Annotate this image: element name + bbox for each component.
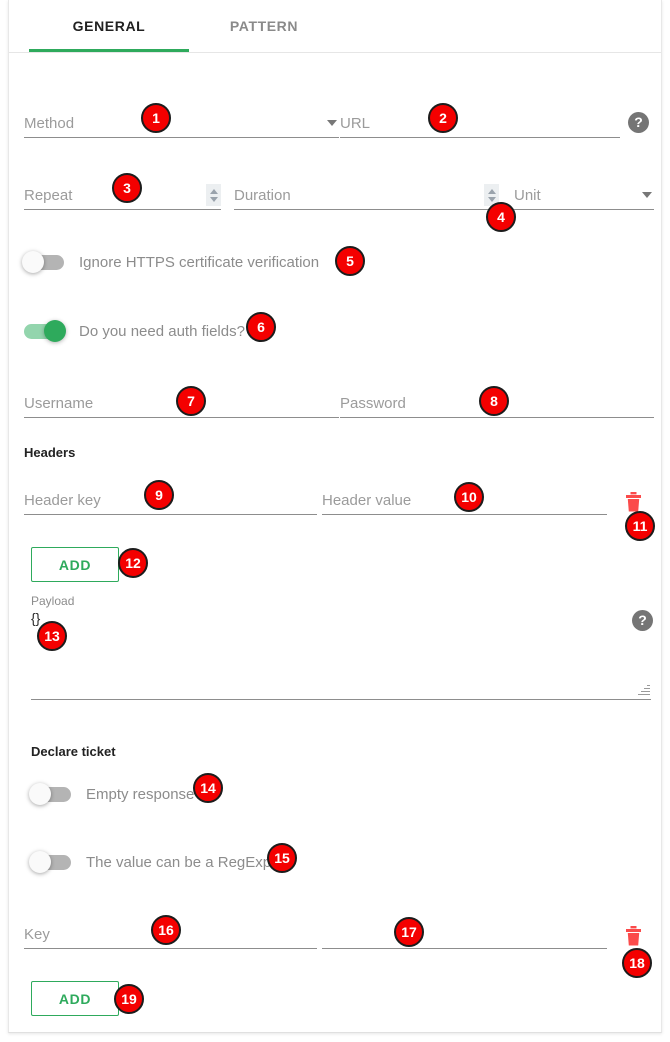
payload-help-icon[interactable]: ? xyxy=(632,610,653,631)
delete-header-button[interactable] xyxy=(625,492,642,512)
unit-select[interactable]: Unit xyxy=(514,180,654,210)
annotation-badge-4: 4 xyxy=(486,202,516,232)
stepper-up-icon[interactable] xyxy=(209,188,218,194)
add-ticket-row-button[interactable]: ADD xyxy=(31,981,119,1016)
annotation-badge-5: 5 xyxy=(335,246,365,276)
headers-section-title: Headers xyxy=(24,445,76,460)
ticket-key-placeholder: Key xyxy=(24,926,50,943)
annotation-badge-2: 2 xyxy=(428,103,458,133)
annotation-badge-1: 1 xyxy=(141,103,171,133)
regexp-label: The value can be a RegExp xyxy=(86,854,272,871)
annotation-badge-18: 18 xyxy=(622,948,652,978)
declare-ticket-title: Declare ticket xyxy=(31,744,116,759)
tab-general-label: GENERAL xyxy=(72,18,146,34)
auth-fields-toggle-row[interactable]: Do you need auth fields? xyxy=(24,320,245,342)
ignore-https-label: Ignore HTTPS certificate verification xyxy=(79,254,320,271)
payload-content: {} xyxy=(31,610,41,626)
annotation-badge-9: 9 xyxy=(144,480,174,510)
annotation-badge-13: 13 xyxy=(37,621,67,651)
switch-knob xyxy=(22,251,44,273)
annotation-badge-3: 3 xyxy=(112,173,142,203)
payload-label: Payload xyxy=(31,594,75,608)
ticket-value-input[interactable] xyxy=(322,919,607,949)
empty-response-switch[interactable] xyxy=(29,783,71,805)
stepper-up-icon[interactable] xyxy=(487,188,496,194)
resize-handle-icon[interactable] xyxy=(638,684,650,696)
annotation-badge-11: 11 xyxy=(625,511,655,541)
tab-general[interactable]: GENERAL xyxy=(29,0,189,52)
annotation-badge-19: 19 xyxy=(114,984,144,1014)
chevron-down-icon xyxy=(327,120,337,126)
username-placeholder: Username xyxy=(24,395,94,412)
tab-bar: GENERAL PATTERN xyxy=(9,0,661,53)
regexp-toggle-row[interactable]: The value can be a RegExp xyxy=(29,851,272,873)
duration-placeholder: Duration xyxy=(234,187,291,204)
switch-knob xyxy=(44,320,66,342)
payload-section: Payload {} xyxy=(31,594,651,700)
repeat-placeholder: Repeat xyxy=(24,187,73,204)
annotation-badge-10: 10 xyxy=(454,482,484,512)
url-placeholder: URL xyxy=(340,115,371,132)
url-input[interactable]: URL xyxy=(340,108,620,138)
annotation-badge-14: 14 xyxy=(193,773,223,803)
annotation-badge-17: 17 xyxy=(394,917,424,947)
empty-response-toggle-row[interactable]: Empty response xyxy=(29,783,195,805)
repeat-stepper[interactable] xyxy=(206,184,221,206)
switch-knob xyxy=(29,851,51,873)
method-placeholder: Method xyxy=(24,115,75,132)
url-help-icon[interactable]: ? xyxy=(628,112,649,133)
ignore-https-switch[interactable] xyxy=(22,251,64,273)
annotation-badge-12: 12 xyxy=(118,548,148,578)
chevron-down-icon xyxy=(642,192,652,198)
password-placeholder: Password xyxy=(340,395,406,412)
empty-response-label: Empty response xyxy=(86,786,195,803)
unit-placeholder: Unit xyxy=(514,187,541,204)
method-select[interactable]: Method xyxy=(24,108,339,138)
request-config-panel: GENERAL PATTERN Method URL ? Repeat Dura… xyxy=(8,0,662,1033)
switch-knob xyxy=(29,783,51,805)
payload-textarea[interactable]: {} xyxy=(31,608,651,700)
ignore-https-toggle-row[interactable]: Ignore HTTPS certificate verification xyxy=(22,251,320,273)
stepper-down-icon[interactable] xyxy=(209,196,218,202)
auth-fields-label: Do you need auth fields? xyxy=(79,323,245,340)
delete-ticket-row-button[interactable] xyxy=(625,926,642,946)
stepper-down-icon[interactable] xyxy=(487,196,496,202)
auth-fields-switch[interactable] xyxy=(24,320,66,342)
annotation-badge-15: 15 xyxy=(267,843,297,873)
regexp-switch[interactable] xyxy=(29,851,71,873)
annotation-badge-16: 16 xyxy=(151,915,181,945)
trash-icon xyxy=(626,492,641,512)
annotation-badge-6: 6 xyxy=(246,312,276,342)
add-header-button[interactable]: ADD xyxy=(31,547,119,582)
duration-input[interactable]: Duration xyxy=(234,180,499,210)
header-value-placeholder: Header value xyxy=(322,492,412,509)
annotation-badge-7: 7 xyxy=(176,386,206,416)
tab-pattern-label: PATTERN xyxy=(229,18,299,34)
tab-pattern[interactable]: PATTERN xyxy=(189,0,339,52)
annotation-badge-8: 8 xyxy=(479,386,509,416)
trash-icon xyxy=(626,926,641,946)
header-key-placeholder: Header key xyxy=(24,492,101,509)
